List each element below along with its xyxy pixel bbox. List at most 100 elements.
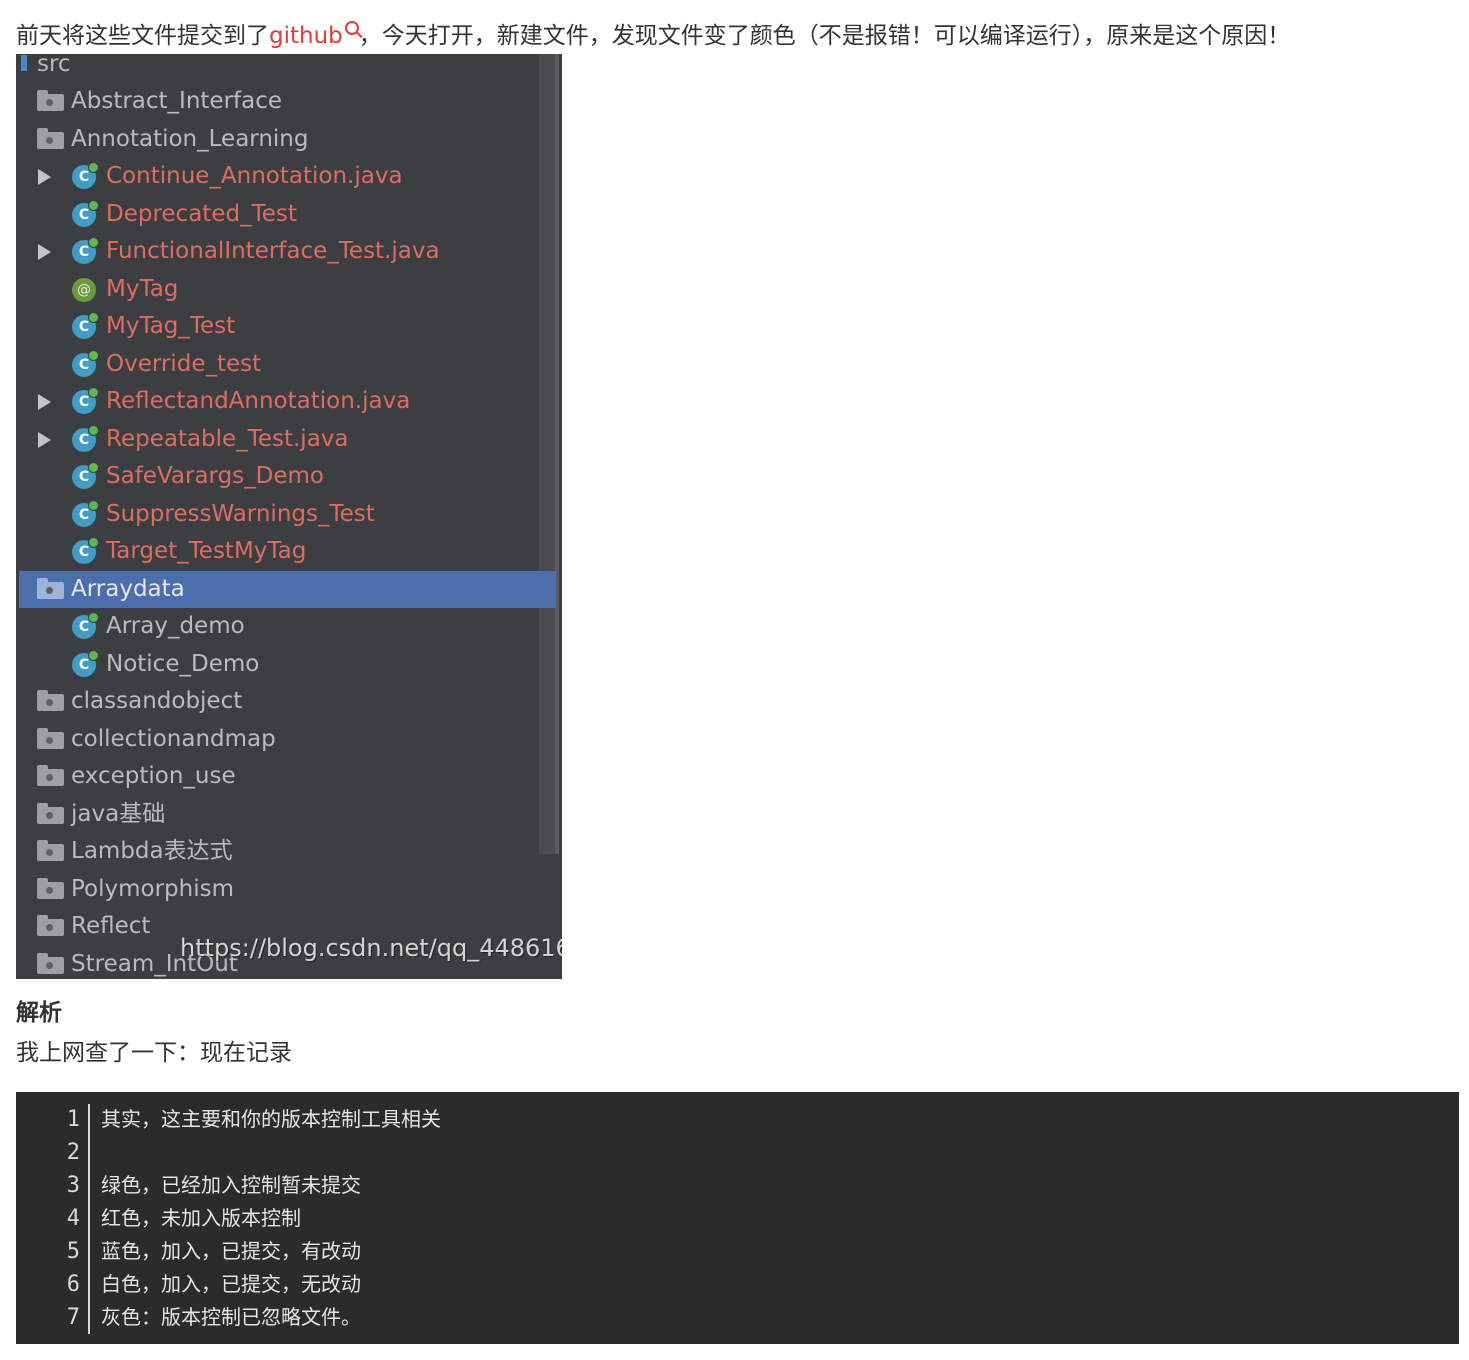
tree-item-label: Lambda表达式 — [71, 838, 233, 864]
tree-item[interactable]: C MyTag_Test — [19, 308, 556, 345]
intro-text-after: ，今天打开，新建文件，发现文件变了颜色（不是报错！可以编译运行），原来是这个原因… — [358, 23, 1291, 49]
java-class-icon: C — [72, 312, 99, 339]
tree-root-label: src — [37, 54, 71, 77]
java-class-icon: C — [72, 462, 99, 489]
expand-arrow-icon[interactable] — [38, 169, 51, 185]
expand-arrow-icon[interactable] — [38, 394, 51, 410]
line-number: 2 — [66, 1140, 80, 1165]
folder-icon — [37, 840, 64, 861]
tree-item-label: SuppressWarnings_Test — [106, 501, 375, 527]
tree-item[interactable]: Lambda表达式 — [19, 833, 556, 870]
java-class-icon: C — [72, 200, 99, 227]
java-class-icon: C — [72, 537, 99, 564]
tree-item[interactable]: C Repeatable_Test.java — [19, 421, 556, 458]
tree-item[interactable]: collectionandmap — [19, 721, 556, 758]
tree-item[interactable]: C Notice_Demo — [19, 646, 556, 683]
search-icon[interactable] — [344, 21, 359, 35]
tree-item-label: FunctionalInterface_Test.java — [106, 238, 440, 264]
tree-item-label: classandobject — [71, 688, 243, 714]
tree-item-label: Array_demo — [106, 613, 245, 639]
tree-item[interactable]: Polymorphism — [19, 871, 556, 908]
code-line: 绿色，已经加入控制暂未提交 — [101, 1173, 361, 1197]
tree-item-label: java基础 — [71, 801, 166, 827]
tree-item-label: Repeatable_Test.java — [106, 426, 349, 452]
tree-item[interactable]: exception_use — [19, 758, 556, 795]
tree-item[interactable]: C Target_TestMyTag — [19, 533, 556, 570]
tree-item-label: ReflectandAnnotation.java — [106, 388, 411, 414]
java-class-icon: C — [72, 387, 99, 414]
code-line: 灰色：版本控制已忽略文件。 — [101, 1305, 361, 1329]
project-tree-screenshot: src Abstract_Interface Annotation_Learnin… — [16, 54, 562, 979]
line-number: 5 — [66, 1239, 80, 1264]
line-number: 1 — [66, 1107, 80, 1132]
tree-item[interactable]: java基础 — [19, 796, 556, 833]
analysis-heading: 解析 — [16, 1000, 62, 1026]
tree-item-label: Deprecated_Test — [106, 201, 297, 227]
gutter-divider — [88, 1104, 90, 1334]
code-line: 蓝色，加入，已提交，有改动 — [101, 1239, 361, 1263]
expand-arrow-icon[interactable] — [38, 244, 51, 260]
tree-item[interactable]: Abstract_Interface — [19, 83, 556, 120]
tree-item-label: Arraydata — [71, 576, 185, 602]
folder-icon — [37, 765, 64, 786]
folder-icon — [37, 90, 64, 111]
tree-item[interactable]: Annotation_Learning — [19, 121, 556, 158]
tree-item-label: Annotation_Learning — [71, 126, 309, 152]
tree-root-src[interactable]: src — [19, 54, 556, 83]
watermark-url: https://blog.csdn.net/qq_44861675 — [180, 934, 562, 962]
tree-item-label: Target_TestMyTag — [106, 538, 307, 564]
tree-item[interactable]: C SuppressWarnings_Test — [19, 496, 556, 533]
source-root-marker — [21, 55, 27, 71]
analysis-text: 我上网查了一下：现在记录 — [16, 1040, 292, 1066]
tree-item[interactable]: C Continue_Annotation.java — [19, 158, 556, 195]
java-class-icon: C — [72, 350, 99, 377]
expand-arrow-icon[interactable] — [38, 432, 51, 448]
tree-item[interactable]: C FunctionalInterface_Test.java — [19, 233, 556, 270]
tree-item-label: SafeVarargs_Demo — [106, 463, 325, 489]
folder-icon — [37, 728, 64, 749]
folder-icon — [37, 803, 64, 824]
tree-item[interactable]: classandobject — [19, 683, 556, 720]
tree-item-label: Abstract_Interface — [71, 88, 283, 114]
tree-item[interactable]: @ MyTag — [19, 271, 556, 308]
tree-item[interactable]: C Array_demo — [19, 608, 556, 645]
tree-item-label: MyTag — [106, 276, 179, 302]
folder-icon — [37, 953, 64, 974]
tree-item-label: MyTag_Test — [106, 313, 236, 339]
java-class-icon: C — [72, 162, 99, 189]
tree-item[interactable]: C Deprecated_Test — [19, 196, 556, 233]
folder-icon — [37, 878, 64, 899]
tree-item[interactable]: C ReflectandAnnotation.java — [19, 383, 556, 420]
folder-icon — [37, 128, 64, 149]
tree-item-label: Notice_Demo — [106, 651, 260, 677]
code-line: 其实，这主要和你的版本控制工具相关 — [101, 1107, 441, 1131]
java-class-icon: C — [72, 612, 99, 639]
java-class-icon: C — [72, 425, 99, 452]
tree-item[interactable]: C SafeVarargs_Demo — [19, 458, 556, 495]
tree-item[interactable]: Arraydata — [19, 571, 556, 608]
tree-item-label: Reflect — [71, 913, 151, 939]
code-line: 白色，加入，已提交，无改动 — [101, 1272, 361, 1296]
line-number: 4 — [66, 1206, 80, 1231]
line-number: 6 — [66, 1272, 80, 1297]
code-line: 红色，未加入版本控制 — [101, 1206, 301, 1230]
intro-paragraph: 前天将这些文件提交到了github ，今天打开，新建文件，发现文件变了颜色（不是报… — [16, 16, 1290, 56]
tree-item-label: Polymorphism — [71, 876, 235, 902]
folder-icon — [37, 690, 64, 711]
line-number: 7 — [66, 1305, 80, 1330]
tree-item-label: Override_test — [106, 351, 262, 377]
tree-item[interactable]: C Override_test — [19, 346, 556, 383]
tree-item-label: collectionandmap — [71, 726, 276, 752]
code-block: 1 其实，这主要和你的版本控制工具相关 2 3 绿色，已经加入控制暂未提交 4 红色，未加入… — [16, 1092, 1459, 1344]
java-class-icon: C — [72, 500, 99, 527]
folder-icon — [37, 915, 64, 936]
github-link[interactable]: github — [269, 23, 343, 49]
java-class-icon: C — [72, 650, 99, 677]
tree-item-label: exception_use — [71, 763, 236, 789]
folder-icon — [37, 578, 64, 599]
annotation-icon: @ — [72, 278, 96, 302]
tree-item-label: Continue_Annotation.java — [106, 163, 403, 189]
line-number: 3 — [66, 1173, 80, 1198]
java-class-icon: C — [72, 237, 99, 264]
intro-text-before: 前天将这些文件提交到了 — [16, 23, 269, 49]
